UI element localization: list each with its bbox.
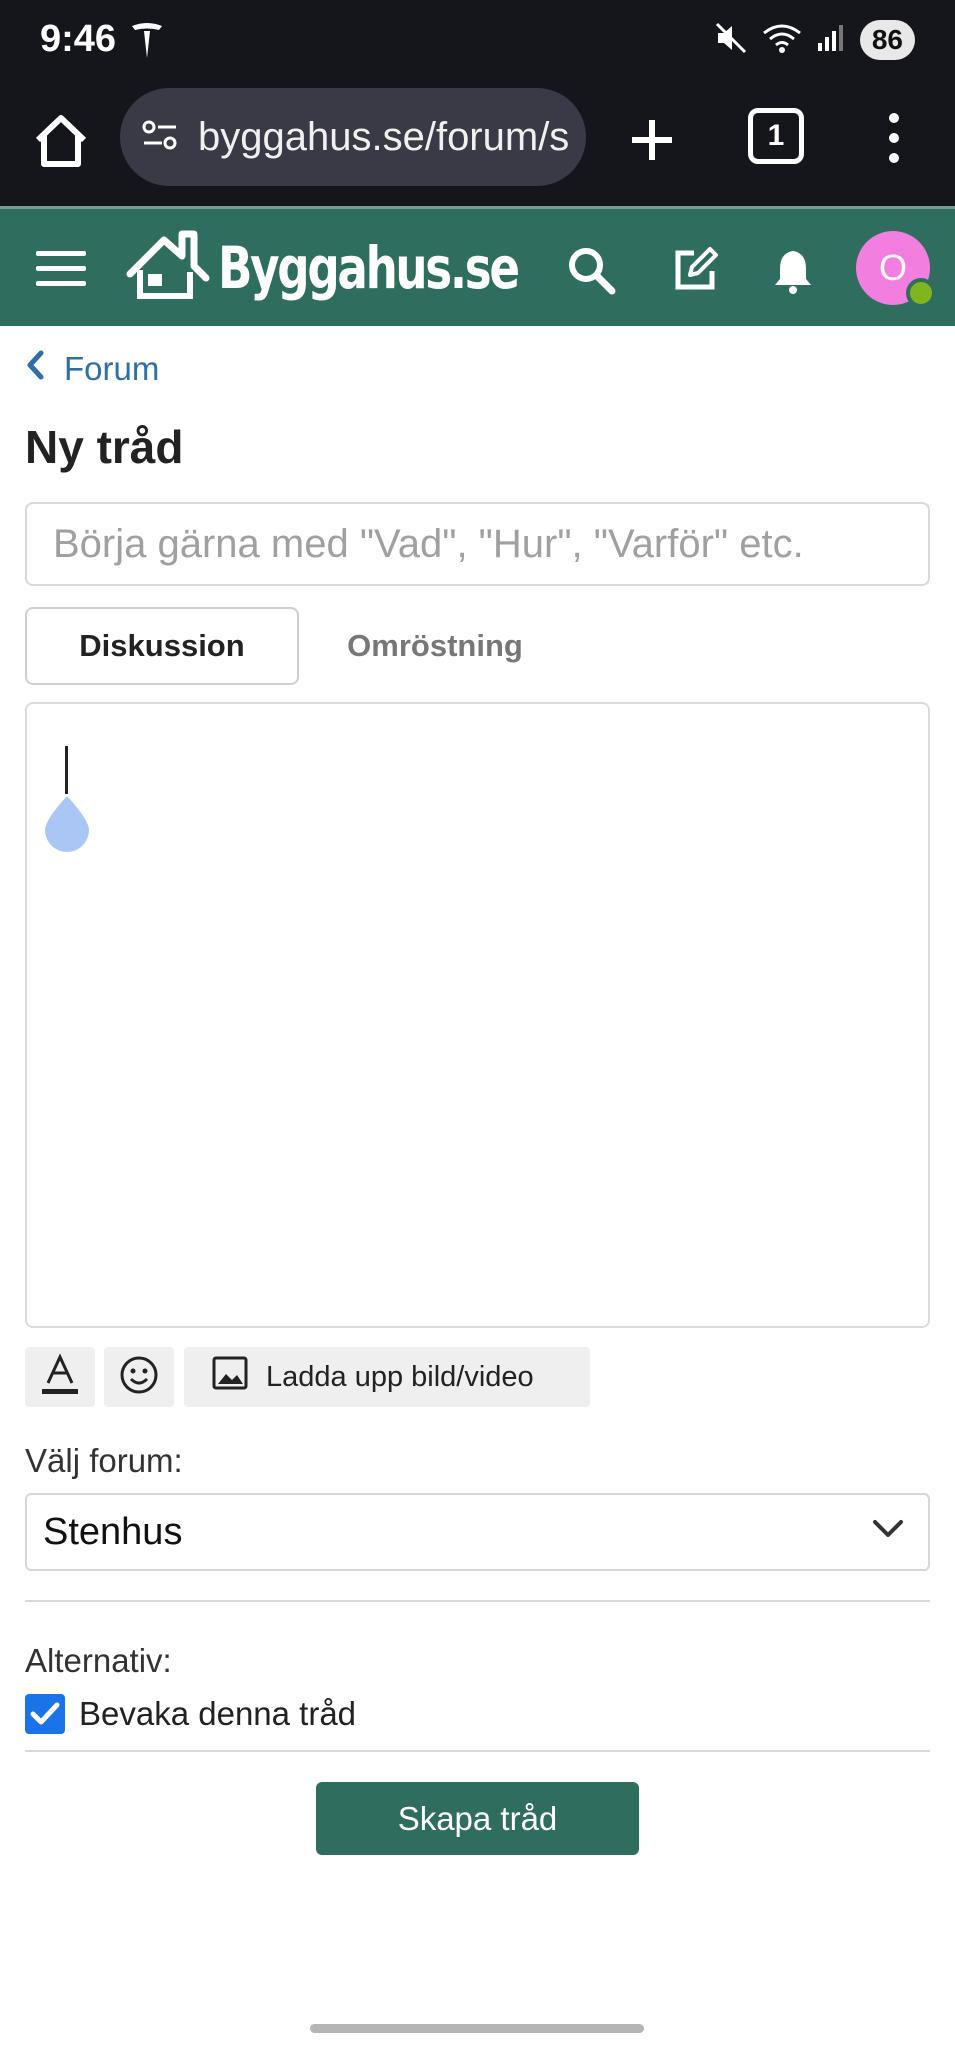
mute-icon [714, 21, 748, 60]
smiley-icon [119, 1355, 159, 1400]
breadcrumb[interactable]: Forum [26, 350, 159, 388]
watch-thread-checkbox[interactable] [25, 1694, 65, 1734]
options-label: Alternativ: [25, 1642, 172, 1679]
text-format-button[interactable] [25, 1347, 95, 1407]
logo-text: Byggahus.se [218, 234, 520, 302]
forum-select-label: Välj forum: [25, 1442, 183, 1479]
breadcrumb-forum-link[interactable]: Forum [64, 350, 159, 388]
upload-media-button[interactable]: Ladda upp bild/video [184, 1347, 590, 1407]
address-bar[interactable]: byggahus.se/forum/s [120, 88, 586, 186]
chevron-left-icon [26, 350, 64, 388]
message-editor[interactable] [25, 702, 930, 1328]
online-status-dot [906, 278, 936, 308]
compose-icon[interactable] [670, 245, 720, 295]
image-icon [212, 1356, 266, 1398]
battery-level: 86 [859, 20, 915, 60]
status-time: 9:46 [40, 18, 117, 60]
forum-select-value: Stenhus [43, 1510, 183, 1553]
tab-switcher-button[interactable]: 1 [748, 108, 804, 164]
house-logo-icon [124, 226, 212, 311]
text-format-icon [40, 1352, 80, 1402]
more-menu-icon[interactable] [874, 108, 914, 168]
url-text: byggahus.se/forum/s [198, 114, 570, 159]
chevron-down-icon [873, 1520, 903, 1537]
watch-thread-option[interactable]: Bevaka denna tråd [25, 1694, 356, 1734]
site-logo[interactable]: Byggahus.se [124, 223, 602, 313]
post-type-tabs: Diskussion Omröstning [25, 607, 930, 685]
status-bar: 9:46 86 [0, 0, 955, 82]
tab-omrostning[interactable]: Omröstning [299, 607, 571, 685]
status-icons: 86 [714, 20, 915, 60]
new-tab-icon[interactable] [622, 110, 682, 170]
home-icon[interactable] [30, 110, 92, 172]
text-caret [65, 746, 68, 794]
upload-label: Ladda upp bild/video [266, 1360, 534, 1393]
checkmark-icon [30, 1702, 60, 1725]
site-header: Byggahus.se O [0, 206, 955, 326]
divider [25, 1750, 930, 1752]
emoji-button[interactable] [104, 1347, 174, 1407]
site-settings-icon[interactable] [140, 118, 180, 157]
tesla-icon [130, 22, 164, 65]
signal-icon [816, 23, 846, 58]
wifi-icon [762, 21, 802, 60]
forum-select[interactable]: Stenhus [25, 1493, 930, 1571]
divider [25, 1600, 930, 1602]
bell-icon[interactable] [768, 245, 818, 295]
create-thread-button[interactable]: Skapa tråd [316, 1782, 639, 1855]
search-icon[interactable] [566, 245, 616, 295]
hamburger-menu-icon[interactable] [34, 249, 88, 289]
thread-title-input[interactable] [25, 502, 930, 586]
watch-thread-label[interactable]: Bevaka denna tråd [79, 1695, 356, 1733]
cursor-handle-icon[interactable] [41, 794, 93, 859]
home-indicator[interactable] [310, 2024, 644, 2033]
tab-diskussion[interactable]: Diskussion [25, 607, 299, 685]
editor-toolbar: Ladda upp bild/video [25, 1347, 590, 1407]
page-title: Ny tråd [25, 421, 184, 473]
browser-toolbar: byggahus.se/forum/s 1 [0, 82, 955, 206]
